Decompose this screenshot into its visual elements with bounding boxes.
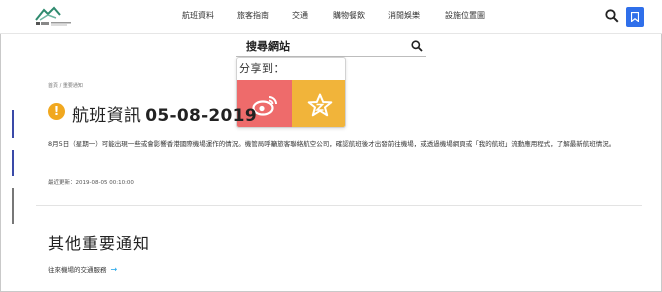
bookmark-button[interactable]: [626, 7, 644, 27]
site-search[interactable]: 搜尋網站: [236, 37, 426, 57]
nav-entertainment[interactable]: 消閒娛樂: [388, 10, 420, 21]
related-notice-link-text[interactable]: 往來機場的交通服務: [48, 266, 107, 274]
airport-logo[interactable]: [34, 6, 74, 28]
site-header: 航班資料 旅客指南 交通 購物餐飲 消閒娛樂 設施位置圖: [0, 0, 662, 34]
last-updated: 最近更新：2019-08-05 00:10:00: [48, 178, 134, 186]
nav-transport[interactable]: 交通: [292, 10, 308, 21]
related-notice-link[interactable]: 往來機場的交通服務 →: [48, 264, 117, 274]
left-accent-bar: [12, 188, 14, 224]
bookmark-icon: [631, 12, 639, 22]
last-updated-label: 最近更新：: [48, 180, 76, 186]
page-title-date: 05-08-2019: [145, 106, 257, 126]
section-divider: [36, 205, 642, 206]
page-title-text: 航班資訊: [72, 106, 142, 126]
related-notices-title: 其他重要通知: [48, 234, 151, 253]
notice-body: 8月5日（星期一）可能出現一些或會影響香港國際機場運作的情況。機管局呼籲旅客聯絡…: [48, 140, 616, 148]
page-title: 航班資訊 05-08-2019: [72, 101, 257, 126]
share-favorite-button[interactable]: [292, 80, 345, 127]
alert-icon: !: [48, 103, 65, 120]
breadcrumb-current[interactable]: 重要通知: [63, 83, 83, 89]
breadcrumb-separator: /: [59, 83, 62, 89]
search-icon[interactable]: [411, 40, 423, 52]
nav-flight-info[interactable]: 航班資料: [182, 10, 214, 21]
nav-facilities-map[interactable]: 設施位置圖: [445, 10, 485, 21]
search-icon[interactable]: [605, 9, 619, 23]
star-icon: [307, 93, 332, 116]
left-accent-bar: [12, 110, 14, 138]
search-label: 搜尋網站: [246, 40, 290, 53]
left-accent-bar: [12, 150, 14, 176]
nav-passenger-guide[interactable]: 旅客指南: [237, 10, 269, 21]
arrow-right-icon: →: [110, 265, 118, 274]
share-title: 分享到：: [239, 62, 285, 75]
breadcrumb: 首頁 / 重要通知: [48, 82, 83, 89]
breadcrumb-home[interactable]: 首頁: [48, 83, 58, 89]
nav-shopping-dining[interactable]: 購物餐飲: [333, 10, 365, 21]
last-updated-value: 2019-08-05 00:10:00: [75, 180, 134, 186]
